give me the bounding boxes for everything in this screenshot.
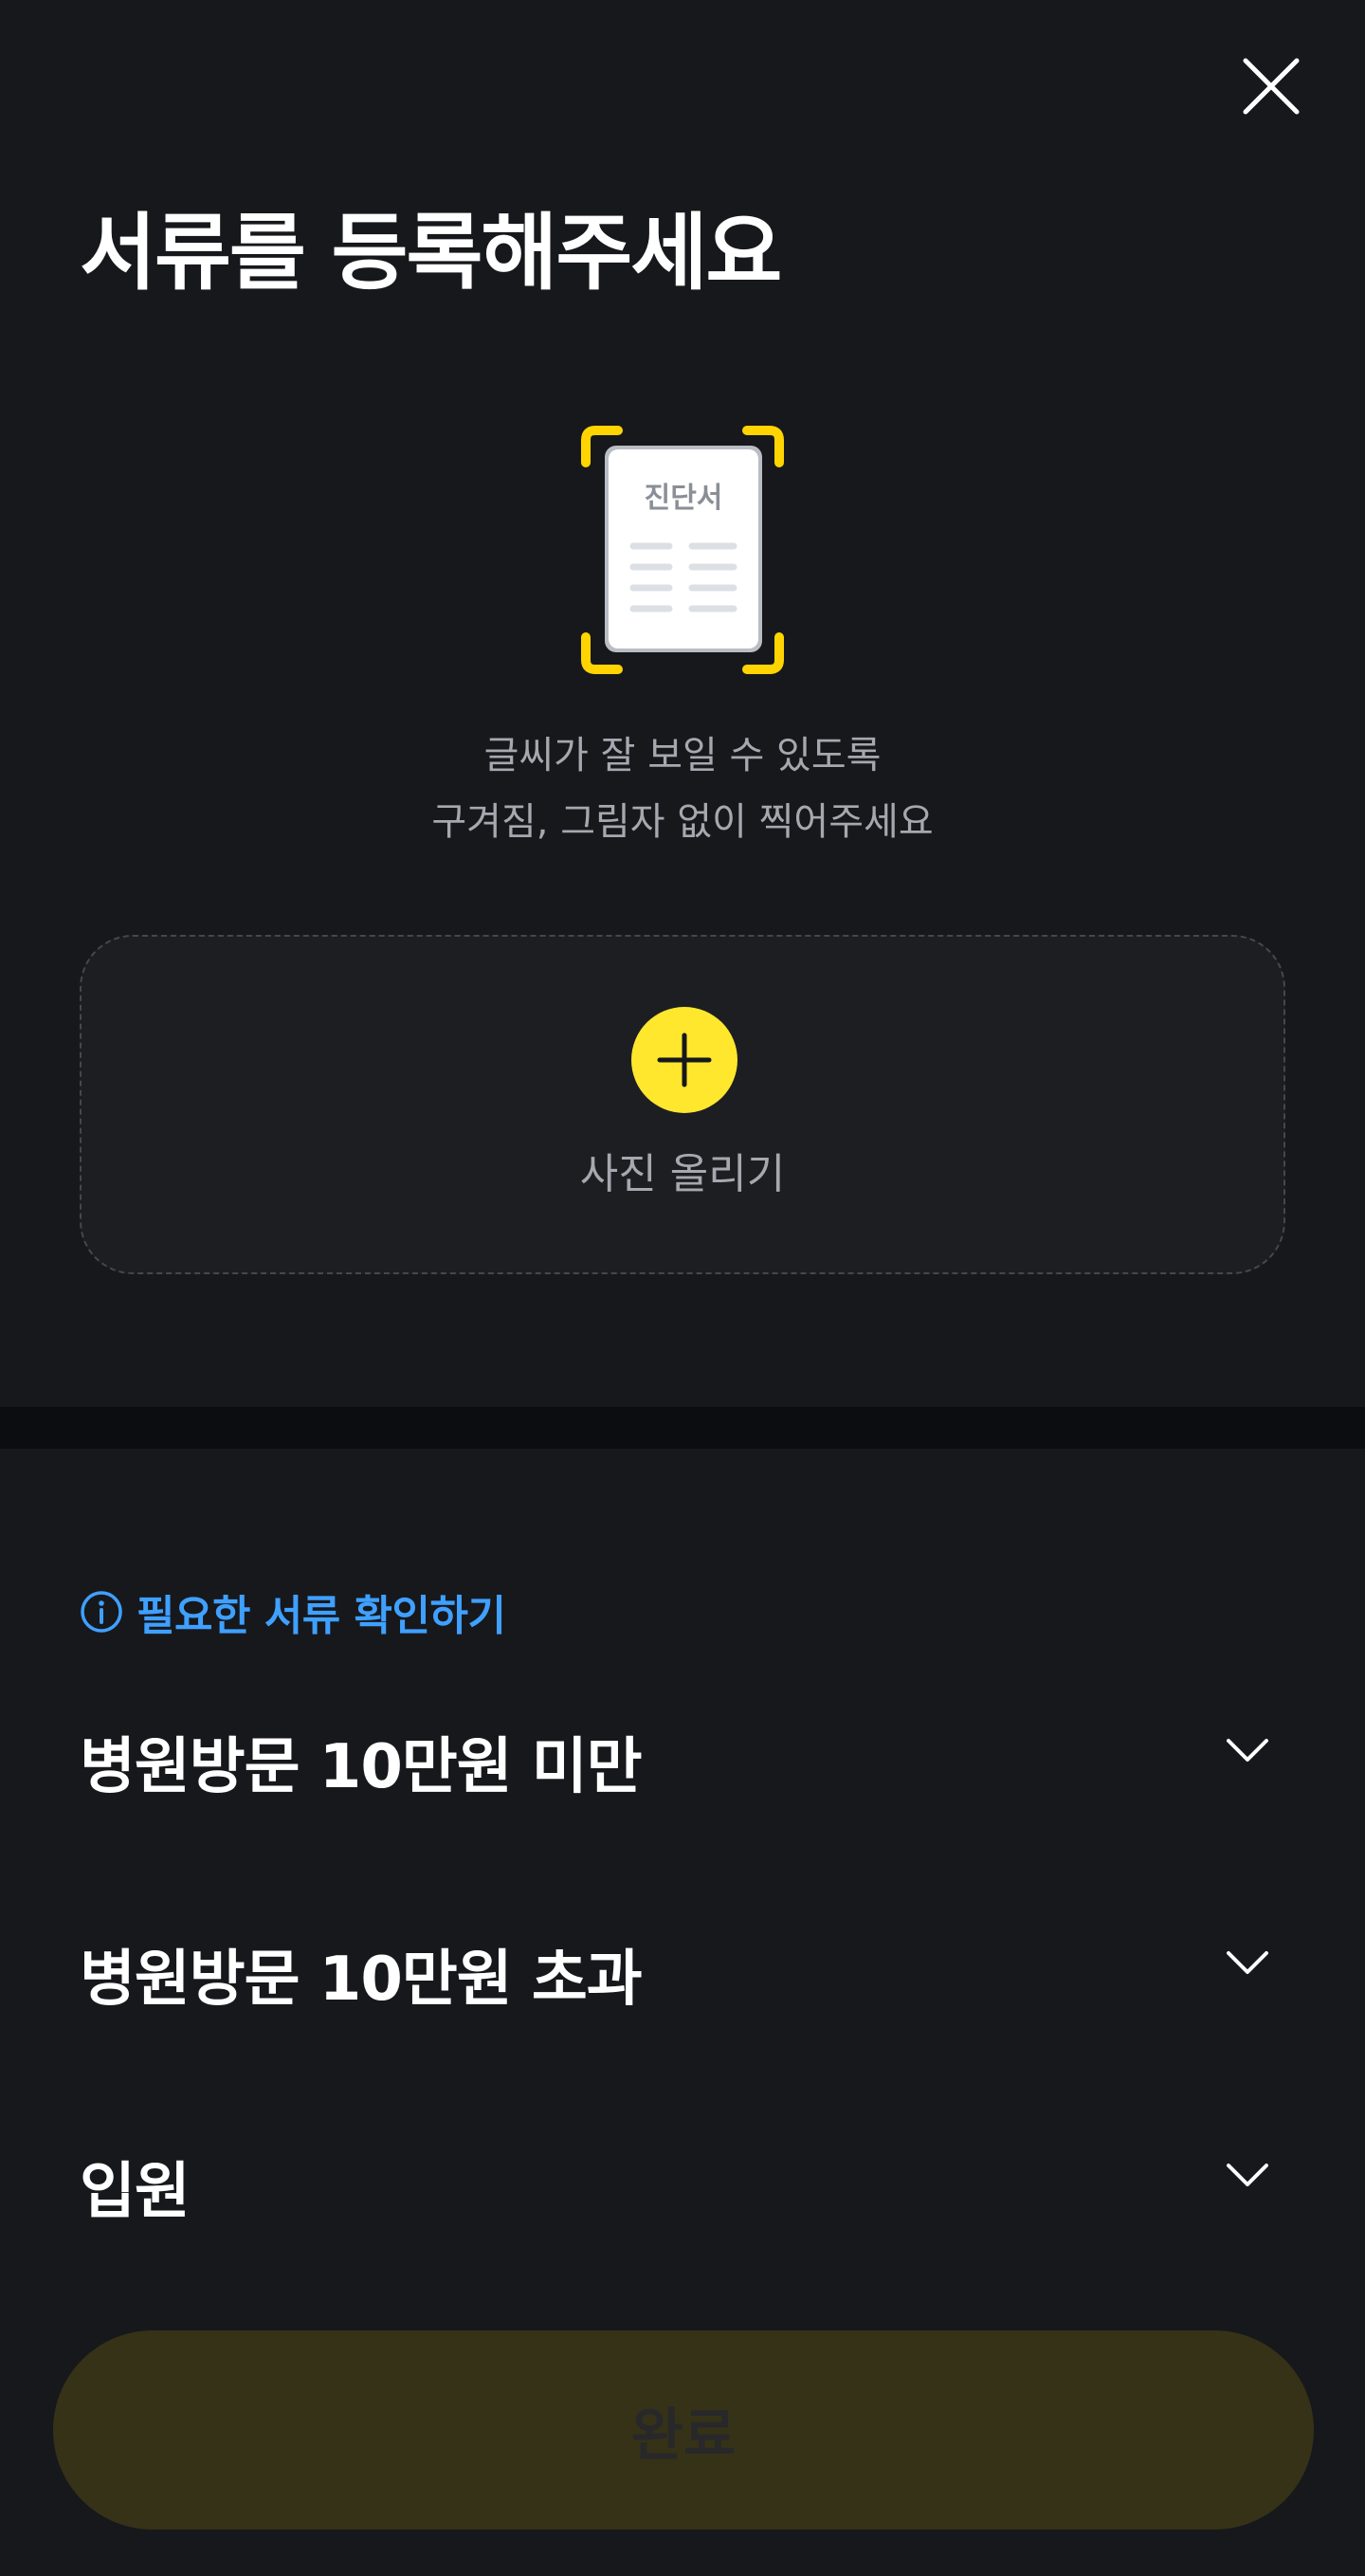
accordion-item-label: 병원방문 10만원 초과 bbox=[80, 1945, 643, 2015]
chevron-down-icon bbox=[1227, 1739, 1268, 1762]
document-upload-screen: 서류를 등록해주세요 진단서 글씨가 잘 보일 수 있도록 구겨짐, 그림자 없… bbox=[0, 0, 1365, 2576]
chevron-down-icon bbox=[1227, 2164, 1268, 2186]
accordion-item-hospitalization[interactable]: 입원 bbox=[0, 2112, 1365, 2236]
required-documents-label: 필요한 서류 확인하기 bbox=[136, 1592, 506, 1640]
info-icon bbox=[81, 1591, 122, 1633]
section-divider bbox=[0, 1407, 1365, 1449]
photo-upload-box[interactable]: 사진 올리기 bbox=[80, 935, 1285, 1274]
done-button[interactable]: 완료 bbox=[53, 2330, 1314, 2530]
required-documents-link[interactable]: 필요한 서류 확인하기 bbox=[80, 1583, 506, 1640]
page-title: 서류를 등록해주세요 bbox=[80, 204, 782, 301]
accordion-item-over-100k[interactable]: 병원방문 10만원 초과 bbox=[0, 1900, 1365, 2023]
accordion-item-label: 입원 bbox=[80, 2157, 191, 2227]
document-illustration: 진단서 bbox=[580, 425, 785, 675]
close-button[interactable] bbox=[1238, 53, 1304, 119]
hint-text-line2: 구겨짐, 그림자 없이 찍어주세요 bbox=[431, 800, 934, 844]
chevron-down-icon bbox=[1227, 1951, 1268, 1974]
upload-label: 사진 올리기 bbox=[579, 1150, 786, 1198]
document-label: 진단서 bbox=[644, 482, 723, 515]
close-icon bbox=[1243, 58, 1300, 115]
hint-text-line1: 글씨가 잘 보일 수 있도록 bbox=[483, 734, 882, 777]
plus-icon bbox=[657, 1032, 712, 1087]
accordion-item-label: 병원방문 10만원 미만 bbox=[80, 1732, 643, 1802]
upload-plus-button[interactable] bbox=[631, 1007, 737, 1113]
accordion-item-under-100k[interactable]: 병원방문 10만원 미만 bbox=[0, 1688, 1365, 1811]
